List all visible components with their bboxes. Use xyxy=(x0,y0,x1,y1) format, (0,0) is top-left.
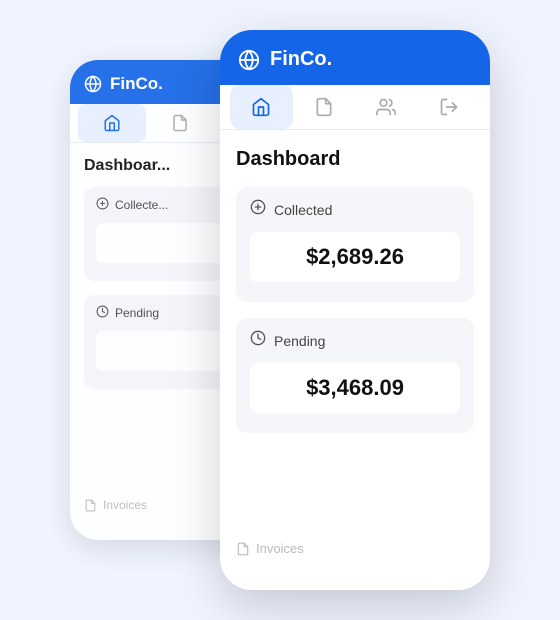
front-clock-icon xyxy=(250,330,266,351)
front-app-header: FinCo. xyxy=(220,30,490,85)
front-collected-value-area: $2,689.26 xyxy=(250,232,460,282)
front-dollar-icon xyxy=(250,199,266,220)
front-pending-value-area: $3,468.09 xyxy=(250,363,460,413)
front-nav-logout[interactable] xyxy=(418,85,481,129)
front-pending-label: Pending xyxy=(250,330,460,351)
back-app-name: FinCo. xyxy=(110,74,163,94)
phone-front: FinCo. xyxy=(220,30,490,590)
front-collected-card: Collected $2,689.26 xyxy=(236,187,474,302)
phones-scene: FinCo. xyxy=(70,30,490,590)
back-clock-icon xyxy=(96,305,109,321)
back-nav-home[interactable] xyxy=(78,104,146,142)
front-collected-label: Collected xyxy=(250,199,460,220)
back-dollar-icon xyxy=(96,197,109,213)
front-globe-icon xyxy=(238,49,260,71)
front-app-name: FinCo. xyxy=(270,48,332,71)
front-page-title: Dashboard xyxy=(236,148,474,171)
front-content: Dashboard Collected $2,689.26 xyxy=(220,130,490,467)
front-nav-users[interactable] xyxy=(355,85,418,129)
back-nav-docs[interactable] xyxy=(146,104,214,142)
front-bottom-invoices: Invoices xyxy=(220,527,320,570)
front-nav-bar xyxy=(220,85,490,130)
front-pending-card: Pending $3,468.09 xyxy=(236,318,474,433)
front-pending-value: $3,468.09 xyxy=(306,375,404,401)
front-nav-docs[interactable] xyxy=(293,85,356,129)
front-nav-home[interactable] xyxy=(230,85,293,129)
back-globe-icon xyxy=(84,75,102,93)
back-bottom-invoices: Invoices xyxy=(70,488,161,522)
front-collected-value: $2,689.26 xyxy=(306,244,404,270)
